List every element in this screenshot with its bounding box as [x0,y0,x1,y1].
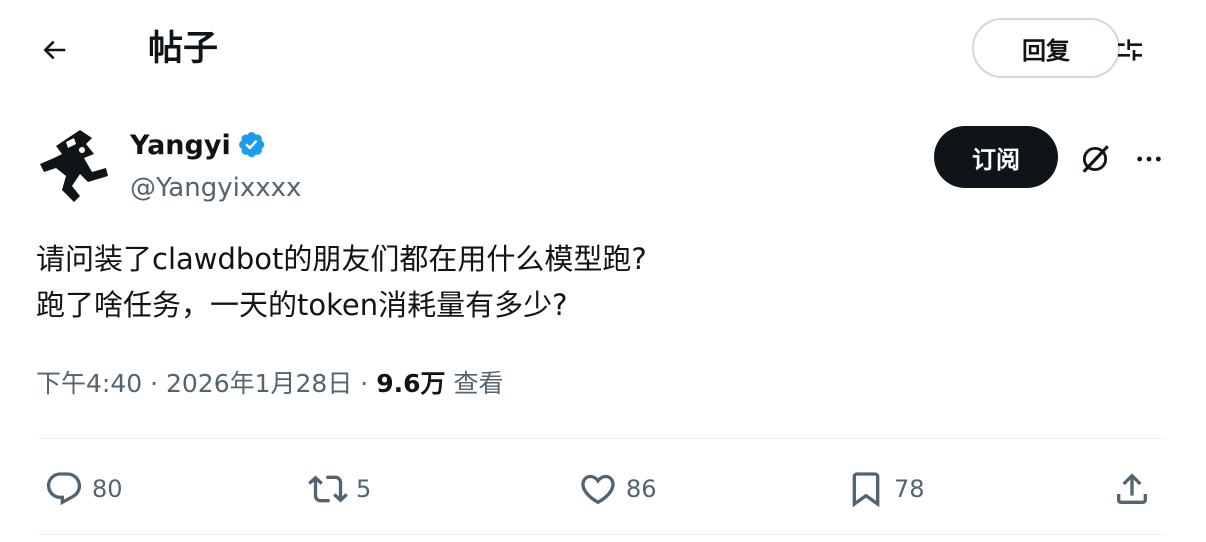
like-count: 86 [626,475,657,503]
tweet-line-1: 请问装了clawdbot的朋友们都在用什么模型跑? [36,242,647,276]
reply-button[interactable]: 回复 [972,18,1120,78]
share-action-button[interactable] [1112,466,1152,512]
subscribe-button[interactable]: 订阅 [934,126,1058,188]
verified-badge-icon[interactable] [237,130,269,162]
grok-button[interactable] [1072,136,1118,182]
more-options-button[interactable] [1126,136,1172,182]
bookmark-count: 78 [894,475,925,503]
tweet-time[interactable]: 下午4:40 [36,369,142,398]
filter-button[interactable] [1108,28,1152,72]
divider [36,534,1166,535]
sliders-icon [1118,39,1142,61]
heart-icon [581,474,615,505]
views-count: 9.6万 [376,369,446,398]
avatar[interactable] [36,124,116,204]
arrow-left-icon [43,40,66,60]
bookmark-action-button[interactable]: 78 [846,466,925,512]
retweet-icon [308,475,348,503]
share-icon [1117,473,1147,504]
author-display-name[interactable]: Yangyi [130,128,231,164]
tweet-date[interactable]: 2026年1月28日 [166,369,352,398]
top-bar: 帖子 回复 [0,0,1206,100]
bookmark-icon [852,472,880,508]
meta-separator: · [360,369,369,398]
reply-count: 80 [92,475,123,503]
page-title: 帖子 [148,29,219,69]
tweet-line-2: 跑了啥任务，一天的token消耗量有多少? [36,288,568,322]
views-label: 查看 [453,369,504,398]
grok-icon [1082,145,1109,173]
author-handle[interactable]: @Yangyixxxx [130,170,301,206]
divider [36,438,1166,439]
meta-separator: · [150,369,159,398]
avatar-image [36,124,116,204]
more-dots-icon [1137,156,1161,162]
tweet-meta: 下午4:40 · 2026年1月28日 · 9.6万 查看 [36,364,503,404]
retweet-action-button[interactable]: 5 [308,466,371,512]
back-button[interactable] [32,28,76,72]
author-name[interactable]: Yangyi [130,128,269,164]
like-action-button[interactable]: 86 [578,466,657,512]
retweet-count: 5 [356,475,372,503]
comment-icon [46,472,82,506]
reply-action-button[interactable]: 80 [44,466,123,512]
tweet-text: 请问装了clawdbot的朋友们都在用什么模型跑? 跑了啥任务，一天的token… [36,236,1156,328]
